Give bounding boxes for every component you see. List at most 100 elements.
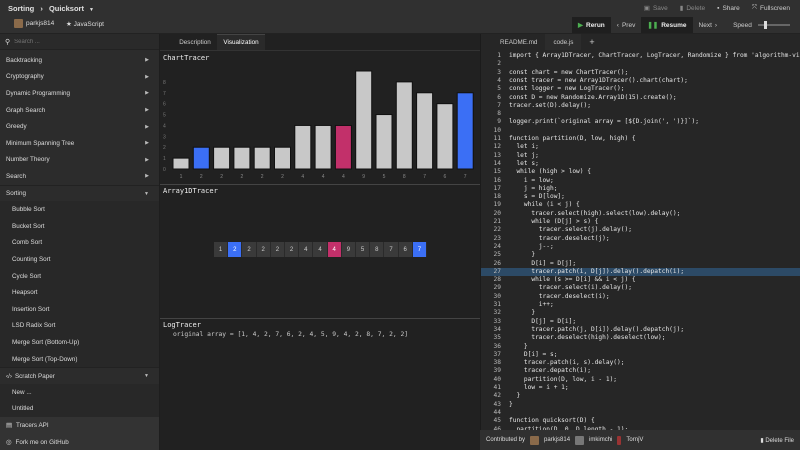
prev-button[interactable]: ‹ Prev <box>611 17 642 33</box>
search-input[interactable] <box>14 38 145 45</box>
speed-slider-thumb[interactable] <box>763 21 767 29</box>
sidebar-item-github[interactable]: ◎ Fork me on GitHub <box>0 433 159 450</box>
delete-file-button[interactable]: ▮ Delete File <box>760 437 794 444</box>
tab-visualization[interactable]: Visualization <box>217 34 265 50</box>
code-line[interactable]: 11 function partition(D, low, high) { <box>481 135 800 143</box>
sidebar-item-algorithm[interactable]: Counting Sort <box>0 251 159 268</box>
code-line[interactable]: 25 } <box>481 251 800 259</box>
code-line[interactable]: 41 low = i + 1; <box>481 384 800 392</box>
code-line[interactable]: 29 tracer.select(i).delay(); <box>481 284 800 292</box>
language-button[interactable]: ★ JavaScript <box>66 20 104 28</box>
code-line[interactable]: 34 tracer.patch(j, D[i]).delay().depatch… <box>481 326 800 334</box>
contributor-link[interactable]: TornjV <box>626 437 643 443</box>
code-line[interactable]: 15 while (high > low) { <box>481 168 800 176</box>
sidebar-item-category[interactable]: Number Theory ▶ <box>0 152 159 169</box>
code-line[interactable]: 44 <box>481 409 800 417</box>
code-line[interactable]: 30 tracer.deselect(i); <box>481 293 800 301</box>
tab-code-js[interactable]: code.js <box>545 34 582 50</box>
code-line[interactable]: 6 const D = new Randomize.Array1D(15).cre… <box>481 94 800 102</box>
code-line[interactable]: 7 tracer.set(D).delay(); <box>481 102 800 110</box>
resume-button[interactable]: ❚❚ Resume <box>641 17 693 33</box>
code-line[interactable]: 36 } <box>481 343 800 351</box>
tab-readme[interactable]: README.md <box>481 39 545 46</box>
contributor-link[interactable]: imkimchi <box>589 437 612 443</box>
sidebar-item-algorithm[interactable]: Comb Sort <box>0 234 159 252</box>
code-line[interactable]: 20 tracer.select(high).select(low).delay… <box>481 210 800 218</box>
code-line[interactable]: 33 D[j] = D[i]; <box>481 318 800 326</box>
code-line[interactable]: 16 i = low; <box>481 177 800 185</box>
code-line[interactable]: 10 <box>481 127 800 135</box>
sidebar-item-algorithm[interactable]: LSD Radix Sort <box>0 317 159 335</box>
sidebar-item-algorithm[interactable]: Heapsort <box>0 284 159 301</box>
chevron-down-icon[interactable]: ▼ <box>89 7 94 13</box>
sidebar-item-algorithm[interactable]: Insertion Sort <box>0 301 159 318</box>
sidebar-item-category[interactable]: Sorting ▼ <box>0 184 159 202</box>
code-line[interactable]: 37 D[i] = s; <box>481 351 800 359</box>
sidebar-item-tracers-api[interactable]: ▤ Tracers API <box>0 417 159 434</box>
code-line[interactable]: 22 tracer.select(j).delay(); <box>481 226 800 234</box>
breadcrumb-category[interactable]: Sorting <box>8 4 34 13</box>
fullscreen-button[interactable]: ⤧ Fullscreen <box>746 0 796 16</box>
sidebar-item-scratch[interactable]: New ... <box>0 384 159 401</box>
sidebar-item-category[interactable]: Greedy ▶ <box>0 118 159 135</box>
code-line[interactable]: 31 i++; <box>481 301 800 309</box>
code-line[interactable]: 19 while (i < j) { <box>481 201 800 209</box>
code-line[interactable]: 28 while (s >= D[i] && i < j) { <box>481 276 800 284</box>
sidebar-item-algorithm[interactable]: Bubble Sort <box>0 201 159 218</box>
code-line[interactable]: 12 let i; <box>481 143 800 151</box>
sidebar-item-category[interactable]: Minimum Spanning Tree ▶ <box>0 135 159 152</box>
sidebar-item-category[interactable]: Search ▶ <box>0 168 159 185</box>
code-line[interactable]: 9 logger.print(`original array = [${D.joi… <box>481 118 800 126</box>
line-number: 1 <box>497 52 501 59</box>
x-tick-label: 5 <box>383 174 386 180</box>
bar <box>375 114 393 170</box>
breadcrumb-algorithm[interactable]: Quicksort <box>49 4 84 13</box>
code-line[interactable]: 2 <box>481 60 800 68</box>
sidebar-item-algorithm[interactable]: Merge Sort (Top-Down) <box>0 350 159 368</box>
code-line[interactable]: 42 } <box>481 392 800 400</box>
chevron-left-icon: ‹ <box>616 21 619 29</box>
sidebar-item-category[interactable]: Graph Search ▶ <box>0 102 159 119</box>
code-line[interactable]: 14 let s; <box>481 160 800 168</box>
rerun-button[interactable]: ▶ Rerun <box>572 17 611 33</box>
next-button[interactable]: Next › <box>693 17 724 33</box>
save-button[interactable]: ▣ Save <box>638 0 674 16</box>
code-line[interactable]: 3 const chart = new ChartTracer(); <box>481 69 800 77</box>
code-line[interactable]: 39 tracer.depatch(i); <box>481 367 800 375</box>
code-line[interactable]: 35 tracer.deselect(high).deselect(low); <box>481 334 800 342</box>
array-cell: 7 <box>412 242 427 257</box>
sidebar-item-algorithm[interactable]: Merge Sort (Bottom-Up) <box>0 334 159 351</box>
code-line[interactable]: 13 let j; <box>481 152 800 160</box>
code-line[interactable]: 21 while (D[j] > s) { <box>481 218 800 226</box>
code-line[interactable]: 23 tracer.deselect(j); <box>481 235 800 243</box>
contributor-link[interactable]: parkjs814 <box>544 437 570 443</box>
code-line[interactable]: 26 D[i] = D[j]; <box>481 260 800 268</box>
delete-button[interactable]: ▮ Delete <box>674 0 711 16</box>
code-line[interactable]: 5 const logger = new LogTracer(); <box>481 85 800 93</box>
sidebar-item-category[interactable]: Cryptography ▶ <box>0 69 159 86</box>
share-button[interactable]: ▪ Share <box>711 0 746 16</box>
code-line[interactable]: 43} <box>481 401 800 409</box>
code-line[interactable]: 40 partition(D, low, i - 1); <box>481 376 800 384</box>
code-line[interactable]: 1 import { Array1DTracer, ChartTracer, Lo… <box>481 52 800 60</box>
sidebar-item-algorithm[interactable]: Bucket Sort <box>0 218 159 235</box>
code-line[interactable]: 18 s = D[low]; <box>481 193 800 201</box>
tab-description[interactable]: Description <box>170 34 220 50</box>
array-cell: 2 <box>228 242 243 257</box>
code-line[interactable]: 24 j--; <box>481 243 800 251</box>
sidebar-item-scratch-paper[interactable]: ‹/› Scratch Paper ▼ <box>0 367 159 384</box>
sidebar-item-algorithm[interactable]: Cycle Sort <box>0 267 159 285</box>
sidebar-item-category[interactable]: Backtracking ▶ <box>0 52 159 69</box>
speed-slider[interactable] <box>757 21 790 29</box>
code-line[interactable]: 32 } <box>481 309 800 317</box>
code-line[interactable]: 45 function quicksort(D) { <box>481 417 800 425</box>
sidebar-item-category[interactable]: Dynamic Programming ▶ <box>0 85 159 102</box>
sidebar-item-scratch[interactable]: Untitled <box>0 400 159 418</box>
code-line[interactable]: 38 tracer.patch(i, s).delay(); <box>481 359 800 367</box>
user-button[interactable]: parkjs814 <box>14 19 54 28</box>
code-line[interactable]: 27 tracer.patch(i, D[j]).delay().depatch… <box>481 267 800 277</box>
code-text: const D = new Randomize.Array1D(15).crea… <box>509 93 677 101</box>
code-line[interactable]: 4 const tracer = new Array1DTracer().char… <box>481 77 800 85</box>
code-line[interactable]: 17 j = high; <box>481 185 800 193</box>
add-file-button[interactable]: + <box>581 37 602 47</box>
